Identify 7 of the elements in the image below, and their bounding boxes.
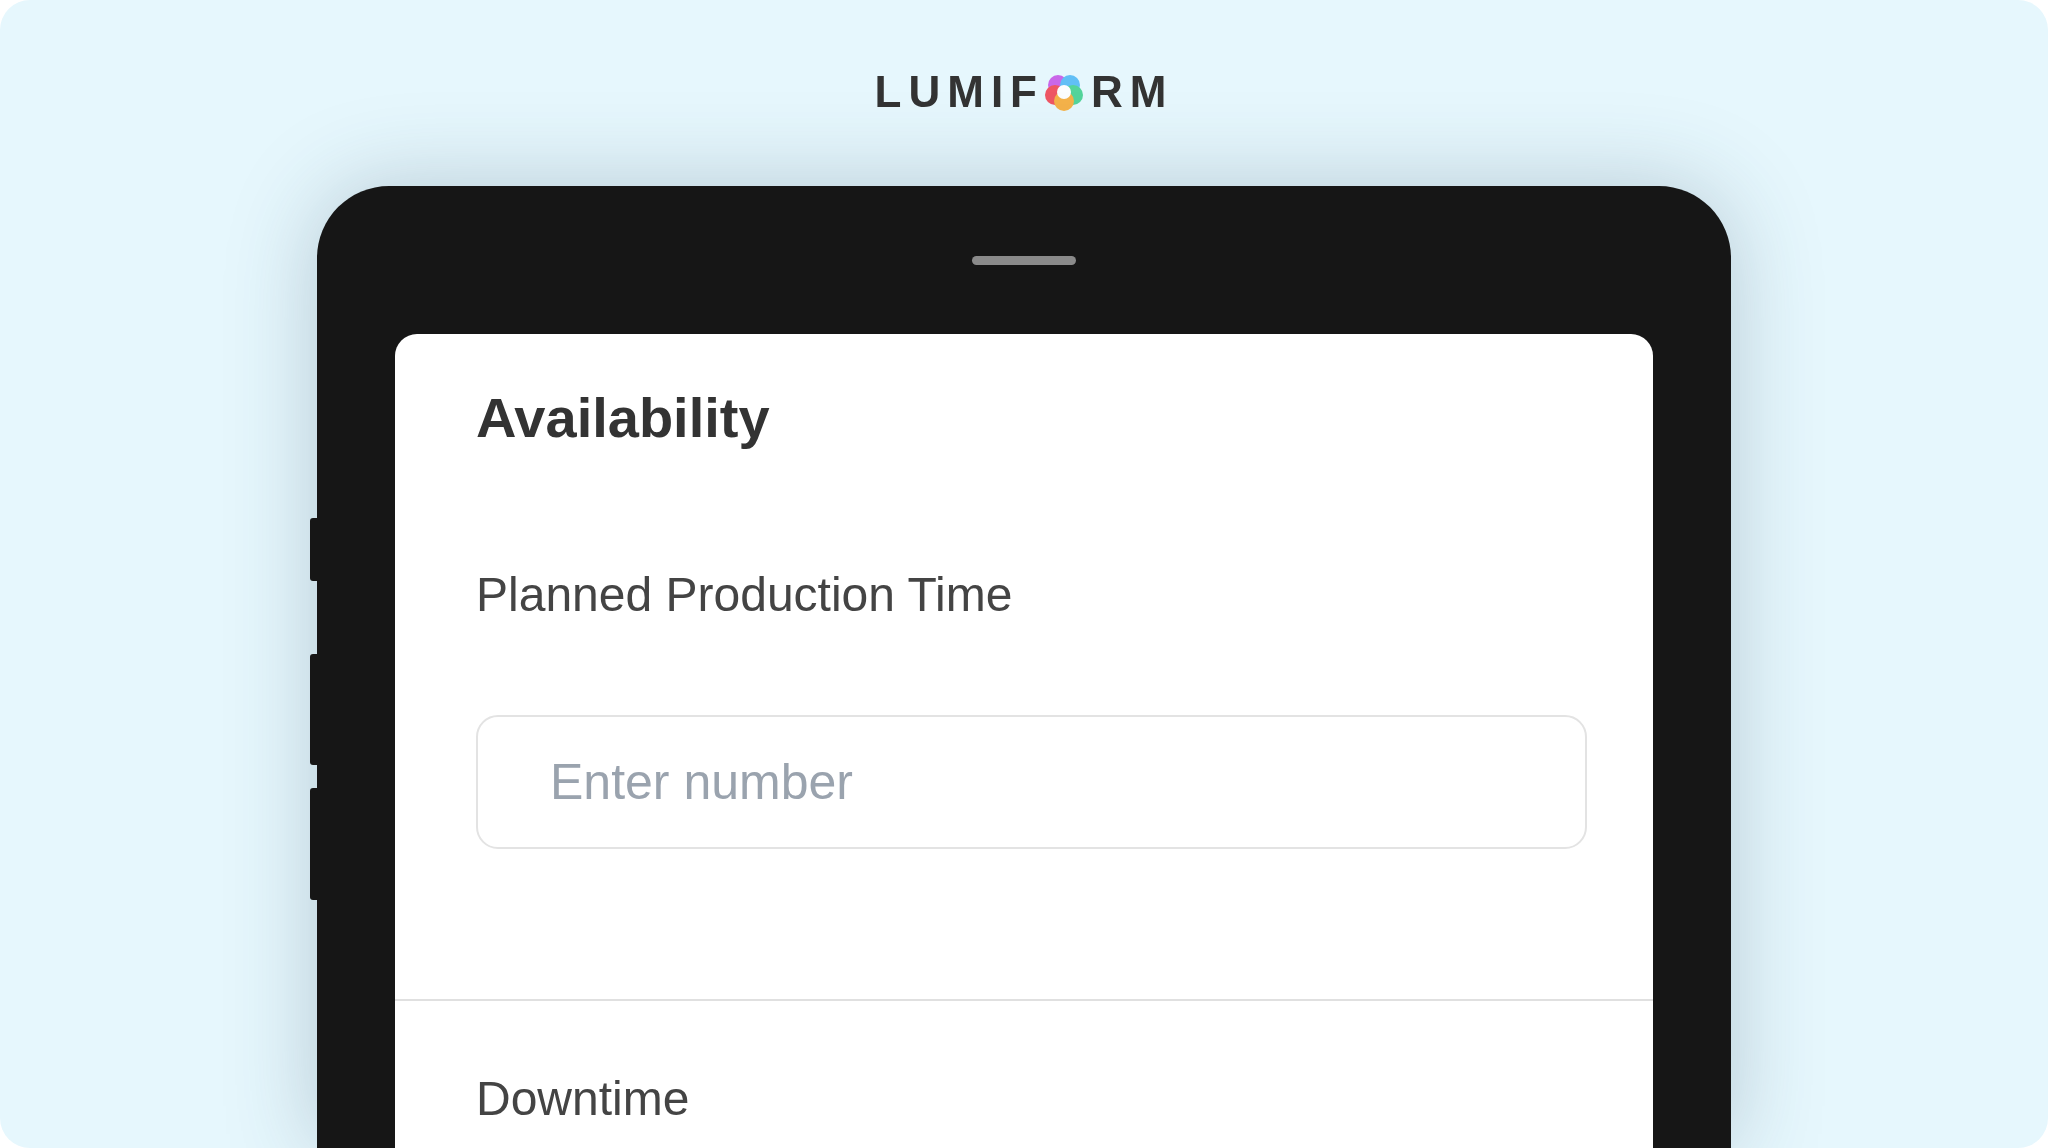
logo-text: RM [1091, 70, 1174, 114]
field-label: Planned Production Time [476, 567, 1014, 624]
number-input-field[interactable]: Enter number [476, 715, 1587, 850]
logo-icon [1044, 72, 1084, 112]
section-heading: Availability [476, 385, 771, 451]
logo-text: LUMIF [874, 70, 1044, 114]
field-label: Downtime [476, 1073, 691, 1126]
